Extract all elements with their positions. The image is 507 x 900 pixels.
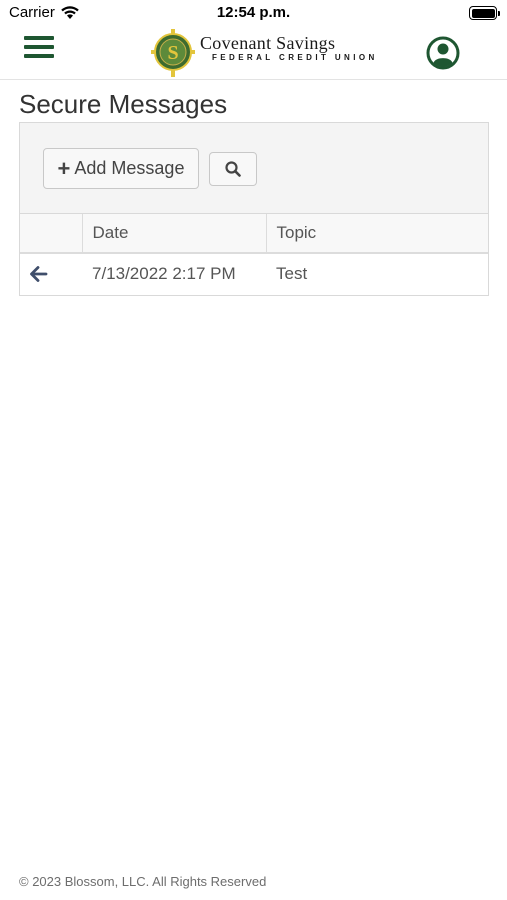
add-message-button[interactable]: + Add Message bbox=[43, 148, 199, 189]
column-header-topic[interactable]: Topic bbox=[266, 214, 488, 254]
page-title: Secure Messages bbox=[19, 89, 228, 119]
messages-table: Date Topic 7/13/2022 2:17 PM Test bbox=[20, 214, 488, 294]
row-icon-cell[interactable] bbox=[20, 253, 82, 294]
status-time: 12:54 p.m. bbox=[216, 4, 291, 21]
profile-icon[interactable] bbox=[426, 36, 460, 70]
app-header: S Covenant Savings FEDERAL CREDIT UNION bbox=[0, 28, 507, 80]
column-header-icon bbox=[20, 214, 83, 254]
search-button[interactable] bbox=[209, 152, 257, 186]
logo-subtitle: FEDERAL CREDIT UNION bbox=[212, 53, 378, 62]
column-header-date[interactable]: Date bbox=[82, 214, 267, 254]
table-header-row: Date Topic bbox=[20, 214, 488, 254]
add-message-label: Add Message bbox=[74, 158, 185, 178]
row-topic: Test bbox=[276, 264, 308, 283]
logo-seal-letter: S bbox=[167, 42, 178, 64]
status-bar: Carrier 12:54 p.m. bbox=[0, 0, 507, 28]
logo-seal-icon: S bbox=[151, 29, 195, 77]
table-row[interactable]: 7/13/2022 2:17 PM Test bbox=[20, 253, 488, 294]
logo-name: Covenant Savings bbox=[200, 33, 336, 53]
messages-toolbar: + Add Message bbox=[20, 123, 488, 214]
battery-icon bbox=[469, 6, 500, 20]
row-date: 7/13/2022 2:17 PM bbox=[92, 264, 236, 283]
menu-icon[interactable] bbox=[24, 36, 54, 62]
logo: S Covenant Savings FEDERAL CREDIT UNION bbox=[150, 28, 374, 78]
messages-panel: + Add Message Date Topic 7/13/2022 2:17 … bbox=[19, 122, 489, 296]
arrow-left-icon[interactable] bbox=[30, 266, 48, 282]
search-icon bbox=[225, 161, 241, 177]
footer-copyright: © 2023 Blossom, LLC. All Rights Reserved bbox=[19, 874, 267, 889]
plus-icon: + bbox=[57, 155, 71, 181]
